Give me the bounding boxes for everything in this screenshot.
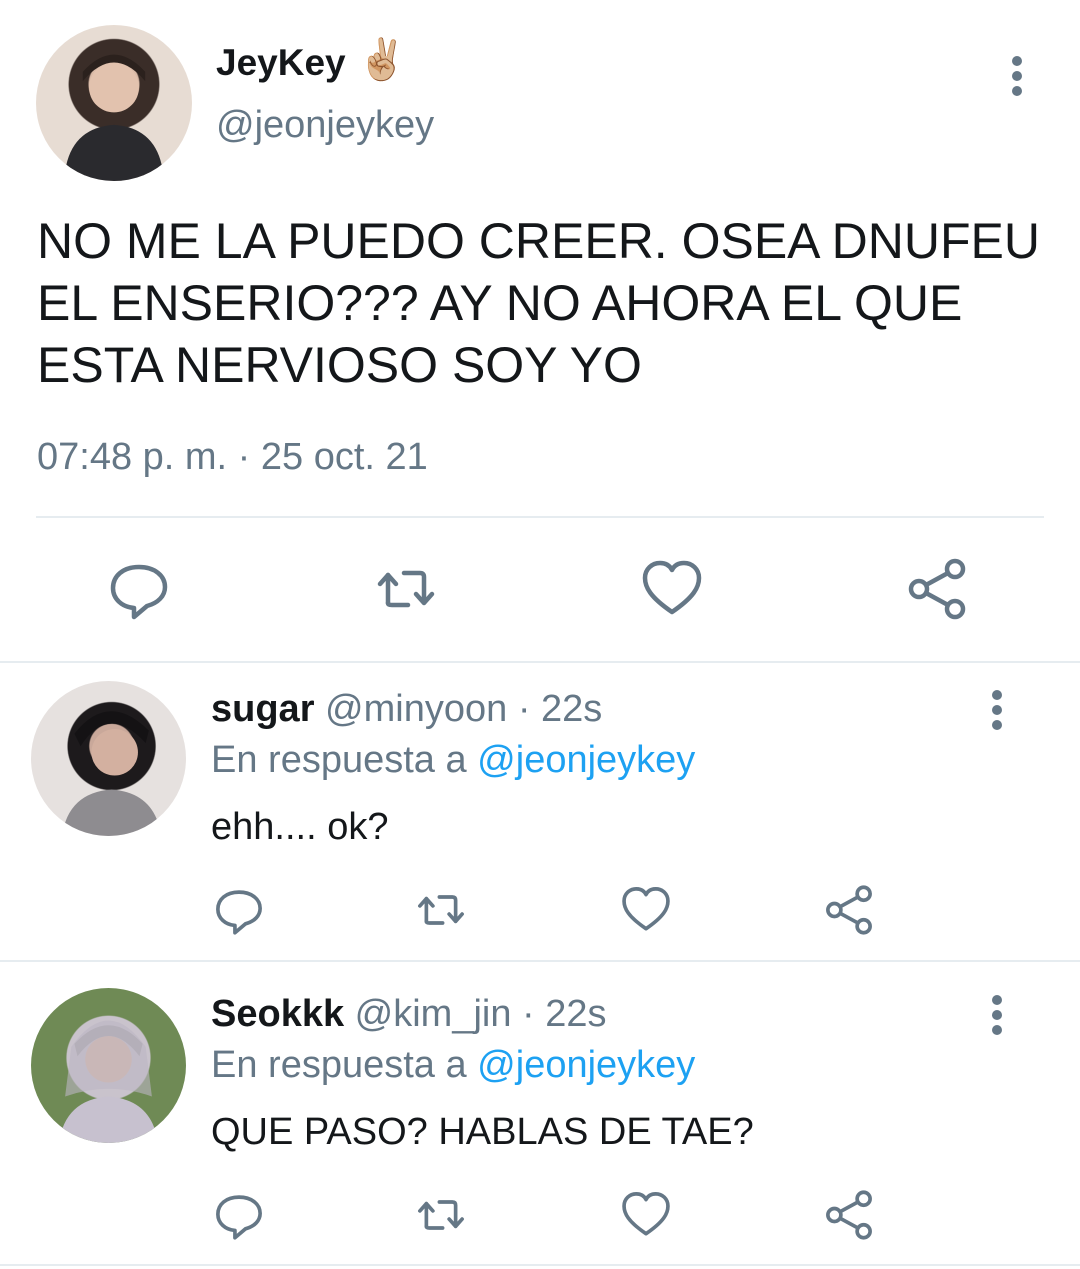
share-icon[interactable] xyxy=(823,1189,875,1241)
reply-icon[interactable] xyxy=(107,557,171,621)
like-icon[interactable] xyxy=(620,884,672,936)
reply-icon[interactable] xyxy=(213,1189,265,1241)
divider xyxy=(0,661,1080,663)
author-avatar[interactable] xyxy=(36,25,192,181)
like-icon[interactable] xyxy=(640,557,704,621)
divider xyxy=(36,516,1044,518)
reply-avatar[interactable] xyxy=(31,988,186,1143)
reply-icon[interactable] xyxy=(213,884,265,936)
reply-avatar[interactable] xyxy=(31,681,186,836)
divider xyxy=(0,1264,1080,1266)
retweet-icon[interactable] xyxy=(415,884,467,936)
divider xyxy=(0,960,1080,962)
reply-mention-link[interactable]: @jeonjeykey xyxy=(477,739,695,781)
tweet-timestamp[interactable]: 07:48 p. m. · 25 oct. 21 xyxy=(37,436,428,479)
reply-age: · 22s xyxy=(522,993,607,1035)
retweet-icon[interactable] xyxy=(374,557,438,621)
avatar-image xyxy=(58,1020,159,1143)
reply-display-name[interactable]: sugar xyxy=(211,688,314,730)
tweet-text: NO ME LA PUEDO CREER. OSEA DNUFEU EL ENS… xyxy=(37,213,1040,393)
retweet-icon[interactable] xyxy=(415,1189,467,1241)
avatar-image xyxy=(62,711,162,836)
reply-text: ehh.... ok? xyxy=(211,806,389,848)
share-icon[interactable] xyxy=(905,557,969,621)
reply-mention-link[interactable]: @jeonjeykey xyxy=(477,1044,695,1086)
reply-text: QUE PASO? HABLAS DE TAE? xyxy=(211,1111,754,1153)
like-icon[interactable] xyxy=(620,1189,672,1241)
share-icon[interactable] xyxy=(823,884,875,936)
reply-context: En respuesta a @jeonjeykey xyxy=(211,1044,695,1087)
author-display-name[interactable]: JeyKey xyxy=(216,42,346,84)
reply-header: sugar @minyoon · 22s xyxy=(211,688,602,731)
author-handle[interactable]: @jeonjeykey xyxy=(216,104,434,147)
reply-handle[interactable]: @minyoon xyxy=(325,688,507,730)
reply-age: · 22s xyxy=(517,688,603,730)
reply-display-name[interactable]: Seokkk xyxy=(211,993,344,1035)
reply-handle[interactable]: @kim_jin xyxy=(355,993,512,1035)
avatar-image xyxy=(64,54,164,181)
reply-context: En respuesta a @jeonjeykey xyxy=(211,739,695,782)
more-options-icon[interactable] xyxy=(991,995,1003,1035)
more-options-icon[interactable] xyxy=(991,690,1003,730)
reply-prefix: En respuesta a xyxy=(211,1044,467,1086)
reply-header: Seokkk @kim_jin · 22s xyxy=(211,993,607,1036)
more-options-icon[interactable] xyxy=(1011,56,1023,96)
peace-sign-emoji: ✌🏼 xyxy=(357,38,407,82)
reply-prefix: En respuesta a xyxy=(211,739,467,781)
